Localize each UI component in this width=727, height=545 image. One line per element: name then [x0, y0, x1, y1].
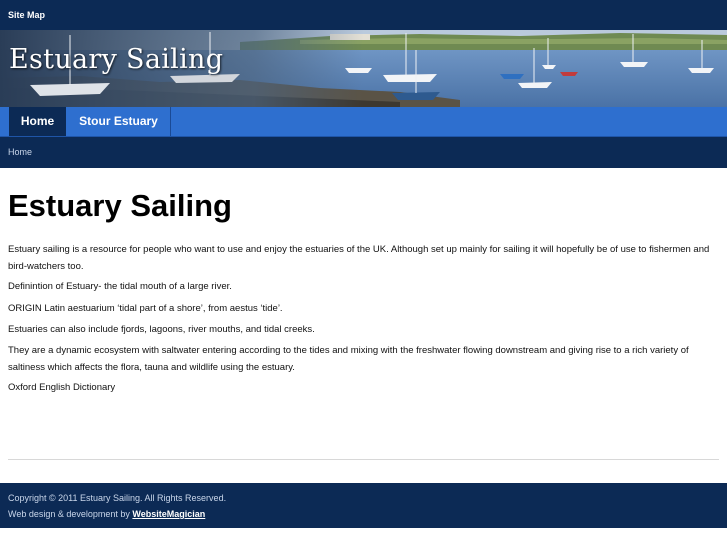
estuary-types-paragraph: Estuaries can also include fjords, lagoo…: [8, 324, 315, 335]
site-map-link[interactable]: Site Map: [8, 10, 45, 20]
origin-paragraph: ORIGIN Latin aestuarium ‘tidal part of a…: [8, 303, 283, 314]
footer: Copyright © 2011 Estuary Sailing. All Ri…: [0, 483, 727, 528]
ecosystem-paragraph: They are a dynamic ecosystem with saltwa…: [8, 345, 689, 373]
main-content: Estuary Sailing Estuary sailing is a res…: [8, 188, 720, 393]
source-citation: Oxford English Dictionary: [8, 382, 116, 393]
content-divider: [8, 459, 719, 460]
credit-line: Web design & development by WebsiteMagic…: [8, 509, 205, 519]
nav-tab-stour-estuary[interactable]: Stour Estuary: [67, 107, 171, 136]
credit-prefix: Web design & development by: [8, 509, 133, 519]
main-nav: Home Stour Estuary: [0, 107, 727, 137]
nav-tab-home[interactable]: Home: [9, 107, 66, 136]
header-banner: Estuary Sailing: [0, 30, 727, 107]
definition-paragraph: Definintion of Estuary- the tidal mouth …: [8, 281, 232, 292]
copyright-text: Copyright © 2011 Estuary Sailing. All Ri…: [8, 493, 227, 503]
breadcrumb: Home: [0, 137, 727, 168]
page-title: Estuary Sailing: [8, 188, 232, 223]
breadcrumb-home[interactable]: Home: [8, 147, 32, 157]
top-bar: Site Map: [0, 0, 727, 30]
websitemagician-link[interactable]: WebsiteMagician: [132, 509, 205, 519]
intro-paragraph: Estuary sailing is a resource for people…: [8, 244, 710, 272]
site-title: Estuary Sailing: [9, 44, 224, 75]
